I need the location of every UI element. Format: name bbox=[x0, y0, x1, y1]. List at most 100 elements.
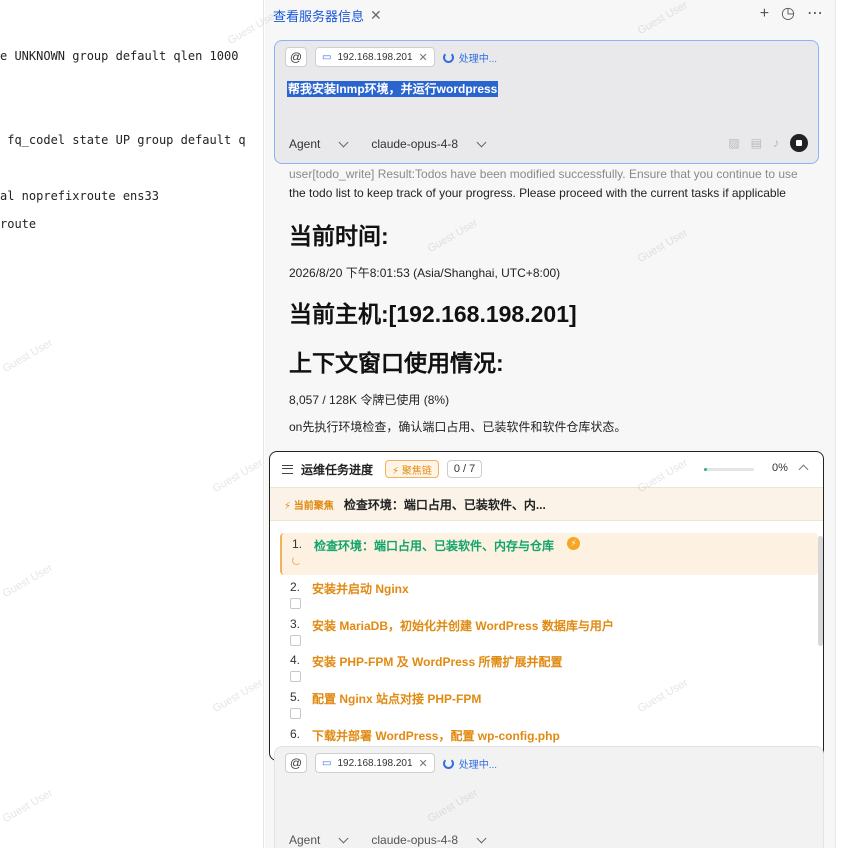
task-label: 安装并启动 Nginx bbox=[312, 582, 409, 596]
processing-status: 处理中... bbox=[442, 50, 498, 65]
host-chip-label: 192.168.198.201 bbox=[337, 51, 413, 63]
host-chip[interactable]: ▭ 192.168.198.201 ✕ bbox=[315, 753, 435, 773]
task-item[interactable]: 2. 安装并启动 Nginx bbox=[280, 576, 818, 612]
new-chat-icon[interactable]: + bbox=[760, 5, 769, 23]
mode-select[interactable]: Agent bbox=[289, 137, 349, 151]
task-checkbox[interactable] bbox=[290, 708, 301, 719]
spinner-icon bbox=[292, 556, 301, 565]
task-number: 6. bbox=[290, 727, 301, 741]
chevron-down-icon bbox=[476, 137, 487, 147]
mode-label: Agent bbox=[289, 833, 321, 847]
task-item[interactable]: 5. 配置 Nginx 站点对接 PHP-FPM bbox=[280, 686, 818, 722]
context-value: 8,057 / 128K 令牌已使用 (8%) bbox=[289, 393, 450, 407]
task-number: 2. bbox=[290, 580, 301, 594]
tool-result-line: the todo list to keep track of your prog… bbox=[289, 186, 786, 200]
chat-input-box-secondary[interactable]: @ ▭ 192.168.198.201 ✕ 处理中... Agent claud… bbox=[274, 746, 824, 848]
task-number: 3. bbox=[290, 617, 301, 631]
task-scrollbar[interactable] bbox=[818, 536, 823, 646]
processing-label: 处理中... bbox=[458, 759, 498, 771]
computer-icon: ▭ bbox=[322, 51, 332, 63]
task-label: 配置 Nginx 站点对接 PHP-FPM bbox=[312, 692, 482, 706]
host-chip-label: 192.168.198.201 bbox=[337, 757, 413, 769]
task-label: 安装 MariaDB，初始化并创建 WordPress 数据库与用户 bbox=[312, 619, 614, 633]
chevron-down-icon bbox=[338, 137, 349, 147]
current-focus-bar: ⚡ 当前聚焦 检查环境：端口占用、已装软件、内... bbox=[270, 487, 823, 521]
task-percent: 0% bbox=[772, 462, 788, 474]
task-number: 5. bbox=[290, 690, 301, 704]
more-icon[interactable]: ⋯ bbox=[807, 5, 823, 23]
focus-chain-badge[interactable]: ⚡ 聚焦链 bbox=[385, 460, 439, 478]
input-toolbar: Agent claude-opus-4-8 bbox=[289, 833, 487, 847]
chat-panel: 查看服务器信息 ✕ + ◷ ⋯ @ ▭ 192.168.198.201 ✕ 处理… bbox=[265, 0, 835, 848]
terminal-line: fq_codel state UP group default q bbox=[0, 133, 246, 147]
tab-server-info[interactable]: 查看服务器信息 ✕ bbox=[273, 5, 382, 25]
input-text[interactable]: 帮我安装lnmp环境，并运行wordpress bbox=[287, 81, 499, 97]
terminal-line: route bbox=[0, 217, 37, 231]
task-checkbox[interactable] bbox=[290, 671, 301, 682]
task-progress-bar bbox=[704, 468, 754, 471]
task-card-title: 运维任务进度 bbox=[301, 462, 374, 477]
model-label: claude-opus-4-8 bbox=[371, 833, 459, 847]
task-number: 4. bbox=[290, 653, 301, 667]
tab-close-icon[interactable]: ✕ bbox=[370, 7, 382, 24]
processing-status: 处理中... bbox=[442, 756, 498, 771]
mode-select[interactable]: Agent bbox=[289, 833, 349, 847]
task-item[interactable]: 4. 安装 PHP-FPM 及 WordPress 所需扩展并配置 bbox=[280, 649, 818, 685]
model-select[interactable]: claude-opus-4-8 bbox=[371, 833, 487, 847]
assistant-note: on先执行环境检查，确认端口占用、已装软件和软件仓库状态。 bbox=[289, 420, 627, 434]
chat-input-box[interactable]: @ ▭ 192.168.198.201 ✕ 处理中... 帮我安装lnmp环境，… bbox=[274, 40, 819, 164]
context-chips: @ ▭ 192.168.198.201 ✕ 处理中... bbox=[285, 47, 497, 67]
folder-icon[interactable]: ▤ bbox=[751, 136, 762, 150]
stop-button[interactable] bbox=[790, 134, 808, 152]
stop-icon bbox=[796, 140, 802, 146]
model-select[interactable]: claude-opus-4-8 bbox=[371, 137, 487, 151]
task-item[interactable]: 3. 安装 MariaDB，初始化并创建 WordPress 数据库与用户 bbox=[280, 613, 818, 649]
host-heading: 当前主机:[192.168.198.201] bbox=[289, 301, 577, 327]
context-heading: 上下文窗口使用情况: bbox=[289, 350, 504, 376]
history-icon[interactable]: ◷ bbox=[781, 5, 795, 23]
terminal-line: e UNKNOWN group default qlen 1000 bbox=[0, 49, 239, 63]
context-chips: @ ▭ 192.168.198.201 ✕ 处理中... bbox=[285, 753, 497, 773]
task-checkbox[interactable] bbox=[290, 635, 301, 646]
task-label: 下载并部署 WordPress，配置 wp-config.php bbox=[312, 729, 560, 743]
task-progress-card: 运维任务进度 ⚡ 聚焦链 0 / 7 0% ⚡ 当前聚焦 检查环境：端口占用、已… bbox=[269, 451, 824, 761]
task-progress-fill bbox=[704, 468, 707, 471]
mention-button[interactable]: @ bbox=[285, 753, 307, 773]
task-checkbox[interactable] bbox=[290, 598, 301, 609]
input-toolbar: Agent claude-opus-4-8 bbox=[289, 137, 487, 151]
app-root: e UNKNOWN group default qlen 1000 fq_cod… bbox=[0, 0, 844, 848]
time-value: 2026/8/20 下午8:01:53 (Asia/Shanghai, UTC+… bbox=[289, 266, 561, 280]
task-item[interactable]: 1. 检查环境：端口占用、已装软件、内存与仓库 ⚡ bbox=[280, 533, 818, 575]
host-chip[interactable]: ▭ 192.168.198.201 ✕ bbox=[315, 47, 435, 67]
microphone-icon[interactable]: ♪ bbox=[773, 136, 779, 150]
lightning-icon: ⚡ bbox=[567, 537, 581, 550]
image-icon[interactable]: ▨ bbox=[728, 136, 739, 150]
task-label: 检查环境：端口占用、已装软件、内存与仓库 bbox=[314, 539, 555, 553]
input-actions: ▨ ▤ ♪ bbox=[728, 134, 808, 152]
spinner-icon bbox=[442, 51, 454, 63]
current-focus-label: ⚡ 当前聚焦 bbox=[284, 500, 334, 512]
task-number: 1. bbox=[292, 537, 303, 551]
time-heading: 当前时间: bbox=[289, 223, 389, 249]
tab-bar: 查看服务器信息 ✕ + ◷ ⋯ bbox=[265, 0, 835, 30]
list-icon bbox=[282, 464, 293, 474]
current-focus-text: 检查环境：端口占用、已装软件、内... bbox=[343, 497, 546, 512]
chevron-down-icon bbox=[338, 833, 349, 843]
tab-title: 查看服务器信息 bbox=[273, 8, 365, 24]
mention-button[interactable]: @ bbox=[285, 47, 307, 67]
terminal-pane[interactable]: e UNKNOWN group default qlen 1000 fq_cod… bbox=[0, 0, 264, 848]
terminal-line: al noprefixroute ens33 bbox=[0, 189, 159, 203]
task-count-badge: 0 / 7 bbox=[446, 460, 483, 478]
host-chip-close-icon[interactable]: ✕ bbox=[419, 51, 428, 64]
processing-label: 处理中... bbox=[458, 53, 498, 65]
computer-icon: ▭ bbox=[322, 757, 332, 769]
spinner-icon bbox=[442, 757, 454, 769]
tab-actions: + ◷ ⋯ bbox=[760, 5, 823, 23]
task-label: 安装 PHP-FPM 及 WordPress 所需扩展并配置 bbox=[312, 655, 563, 669]
host-chip-close-icon[interactable]: ✕ bbox=[419, 757, 428, 770]
tool-result-line: user[todo_write] Result:Todos have been … bbox=[289, 167, 798, 181]
chevron-down-icon bbox=[476, 833, 487, 843]
panel-scrollbar[interactable] bbox=[835, 0, 844, 848]
model-label: claude-opus-4-8 bbox=[371, 137, 459, 151]
mode-label: Agent bbox=[289, 137, 321, 151]
